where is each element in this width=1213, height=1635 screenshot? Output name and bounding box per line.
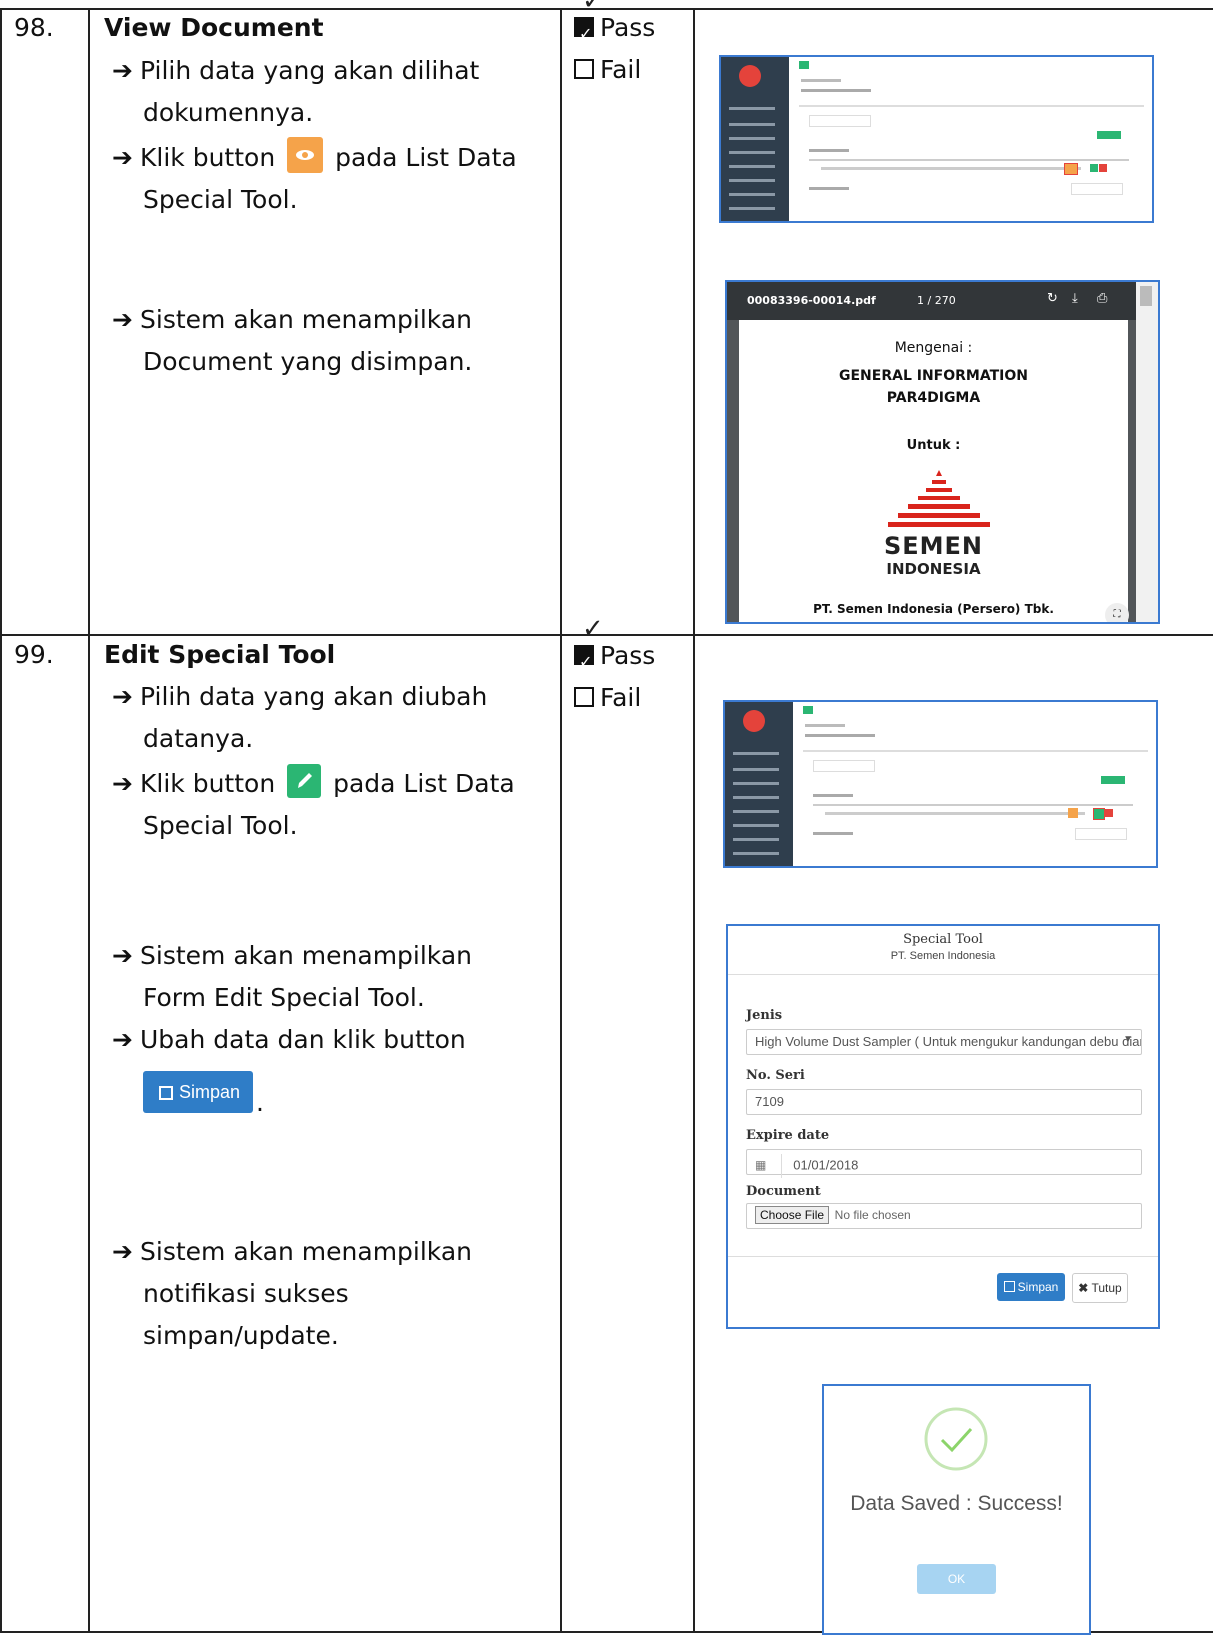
list-page-screenshot <box>723 700 1158 868</box>
pdf-text-mengenai: Mengenai : <box>894 340 973 356</box>
pdf-scrollbar[interactable] <box>1136 282 1158 622</box>
step-1: ➔ Pilih data yang akan diubah <box>112 676 487 718</box>
arrow-right-icon: ➔ <box>112 682 133 711</box>
step-3: ➔ Sistem akan menampilkan <box>112 299 472 341</box>
step-4: ➔ Ubah data dan klik button <box>112 1019 466 1061</box>
jenis-label: Jenis <box>746 1008 783 1023</box>
arrow-right-icon: ➔ <box>112 769 133 798</box>
step-2: ➔ Klik button pada List Data <box>112 763 515 805</box>
step-2-cont: Special Tool. <box>143 185 298 214</box>
step-2: ➔ Klik button pada List Data <box>112 137 517 179</box>
edit-form-modal: Special Tool PT. Semen Indonesia Jenis H… <box>726 924 1160 1329</box>
arrow-right-icon: ➔ <box>112 143 133 172</box>
pdf-text-untuk: Untuk : <box>906 438 961 453</box>
step-1: ➔ Pilih data yang akan dilihat <box>112 50 479 92</box>
document-file-input[interactable]: Choose File No file chosen <box>746 1203 1142 1229</box>
modal-subtitle: PT. Semen Indonesia <box>890 950 996 962</box>
logo-text-bottom: INDONESIA <box>886 560 981 578</box>
pencil-icon <box>298 773 313 788</box>
pass-checkbox[interactable]: ✓ Pass <box>574 635 655 677</box>
arrow-right-icon: ➔ <box>112 1025 133 1054</box>
step-5-cont: notifikasi sukses <box>143 1279 349 1308</box>
pdf-page-indicator: 1 / 270 <box>917 294 956 307</box>
fail-checkbox[interactable]: Fail <box>574 49 641 91</box>
success-message: Data Saved : Success! <box>850 1492 1063 1515</box>
dropdown-arrow-icon: ▼ <box>1123 1034 1133 1045</box>
tutup-button[interactable]: ✖ Tutup <box>1072 1273 1128 1303</box>
inline-simpan-button[interactable]: Simpan <box>143 1071 253 1113</box>
edit-button[interactable] <box>287 764 322 798</box>
step-3-cont: Document yang disimpan. <box>143 347 473 376</box>
logo-text-top: SEMEN <box>883 532 984 560</box>
period: . <box>256 1088 264 1117</box>
success-check-icon <box>924 1407 988 1471</box>
ok-button[interactable]: OK <box>917 1564 996 1594</box>
fit-page-icon[interactable]: ⛶ <box>1105 603 1129 622</box>
document-label: Document <box>746 1184 821 1199</box>
fail-checkbox[interactable]: Fail <box>574 677 641 719</box>
rotate-icon[interactable]: ↻ <box>1047 291 1058 306</box>
arrow-right-icon: ➔ <box>112 305 133 334</box>
print-icon[interactable]: ⎙ <box>1097 291 1107 306</box>
pass-checkbox[interactable]: ✓ Pass <box>574 7 655 49</box>
row-number: 98. <box>14 13 54 42</box>
step-3: ➔ Sistem akan menampilkan <box>112 935 472 977</box>
seri-input[interactable]: 7109 <box>746 1089 1142 1115</box>
pdf-text-company: PT. Semen Indonesia (Persero) Tbk. <box>813 602 1054 616</box>
pdf-filename: 00083396-00014.pdf <box>747 294 876 307</box>
jenis-select[interactable]: High Volume Dust Sampler ( Untuk menguku… <box>746 1029 1142 1055</box>
list-page-screenshot <box>719 55 1154 223</box>
step-5-cont-2: simpan/update. <box>143 1321 339 1350</box>
calendar-icon: ▦ <box>755 1158 767 1173</box>
save-icon <box>159 1086 173 1100</box>
arrow-right-icon: ➔ <box>112 56 133 85</box>
modal-title: Special Tool <box>903 932 983 947</box>
pdf-page: Mengenai : GENERAL INFORMATION PAR4DIGMA… <box>739 320 1129 622</box>
eye-icon <box>296 150 315 160</box>
expire-date-input[interactable]: ▦ 01/01/2018 <box>746 1149 1142 1178</box>
pdf-toolbar: 00083396-00014.pdf 1 / 270 ↻ ⤓ ⎙ <box>727 282 1158 320</box>
step-2-cont: Special Tool. <box>143 811 298 840</box>
row-title: Edit Special Tool <box>104 640 336 669</box>
step-1-cont: dokumennya. <box>143 98 314 127</box>
close-icon: ✖ <box>1078 1281 1089 1295</box>
arrow-right-icon: ➔ <box>112 1237 133 1266</box>
pdf-text-heading: GENERAL INFORMATION <box>839 368 1028 384</box>
step-1-cont: datanya. <box>143 724 254 753</box>
step-5: ➔ Sistem akan menampilkan <box>112 1231 472 1273</box>
choose-file-button[interactable]: Choose File <box>755 1206 830 1224</box>
sidebar <box>725 702 793 866</box>
seri-label: No. Seri <box>746 1068 805 1083</box>
step-3-cont: Form Edit Special Tool. <box>143 983 425 1012</box>
row-title: View Document <box>104 13 324 42</box>
sidebar <box>721 57 789 221</box>
arrow-right-icon: ➔ <box>112 941 133 970</box>
pdf-viewer-screenshot: 00083396-00014.pdf 1 / 270 ↻ ⤓ ⎙ Mengena… <box>725 280 1160 624</box>
expire-label: Expire date <box>746 1128 830 1143</box>
download-icon[interactable]: ⤓ <box>1072 291 1078 306</box>
pdf-text-subheading: PAR4DIGMA <box>886 390 981 406</box>
row-number: 99. <box>14 640 54 669</box>
success-dialog: Data Saved : Success! OK <box>822 1384 1091 1635</box>
simpan-button[interactable]: Simpan <box>997 1273 1065 1301</box>
view-button[interactable] <box>287 137 324 173</box>
save-icon <box>1003 1281 1015 1292</box>
